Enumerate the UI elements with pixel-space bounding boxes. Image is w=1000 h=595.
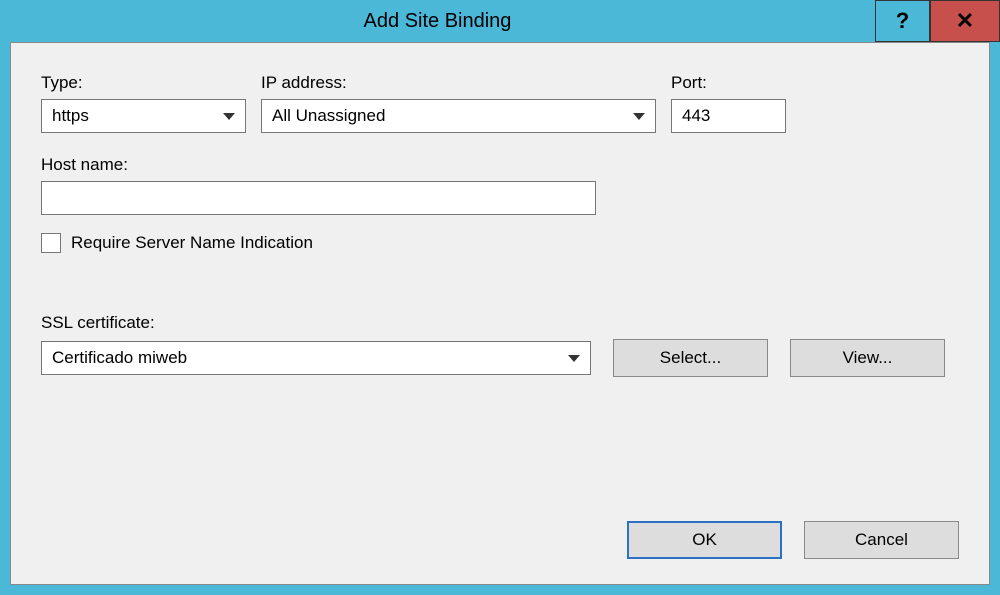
ssl-section: SSL certificate: Certificado miweb Selec… bbox=[41, 313, 959, 377]
sni-checkbox[interactable] bbox=[41, 233, 61, 253]
sni-label: Require Server Name Indication bbox=[71, 233, 313, 253]
hostname-input[interactable] bbox=[41, 181, 596, 215]
ssl-row: Certificado miweb Select... View... bbox=[41, 339, 959, 377]
dialog-title: Add Site Binding bbox=[0, 0, 875, 42]
type-field: Type: https bbox=[41, 73, 246, 133]
ip-value: All Unassigned bbox=[272, 106, 627, 126]
ssl-dropdown[interactable]: Certificado miweb bbox=[41, 341, 591, 375]
ssl-value: Certificado miweb bbox=[52, 348, 562, 368]
ssl-label: SSL certificate: bbox=[41, 313, 959, 333]
help-button[interactable]: ? bbox=[875, 0, 930, 42]
help-icon: ? bbox=[896, 8, 909, 34]
chevron-down-icon bbox=[223, 113, 235, 120]
cancel-button[interactable]: Cancel bbox=[804, 521, 959, 559]
sni-row: Require Server Name Indication bbox=[41, 233, 959, 253]
ip-field: IP address: All Unassigned bbox=[261, 73, 656, 133]
binding-fields-row: Type: https IP address: All Unassigned P… bbox=[41, 73, 959, 133]
ok-button[interactable]: OK bbox=[627, 521, 782, 559]
dialog-body: Type: https IP address: All Unassigned P… bbox=[10, 42, 990, 585]
footer-buttons: OK Cancel bbox=[41, 521, 959, 559]
close-icon: ✕ bbox=[956, 8, 974, 34]
hostname-field: Host name: bbox=[41, 155, 596, 215]
close-button[interactable]: ✕ bbox=[930, 0, 1000, 42]
type-dropdown[interactable]: https bbox=[41, 99, 246, 133]
port-input[interactable] bbox=[671, 99, 786, 133]
type-label: Type: bbox=[41, 73, 246, 93]
hostname-label: Host name: bbox=[41, 155, 596, 175]
select-button[interactable]: Select... bbox=[613, 339, 768, 377]
titlebar-buttons: ? ✕ bbox=[875, 0, 1000, 42]
chevron-down-icon bbox=[568, 355, 580, 362]
port-field: Port: bbox=[671, 73, 786, 133]
ip-dropdown[interactable]: All Unassigned bbox=[261, 99, 656, 133]
port-label: Port: bbox=[671, 73, 786, 93]
titlebar: Add Site Binding ? ✕ bbox=[0, 0, 1000, 42]
chevron-down-icon bbox=[633, 113, 645, 120]
ip-label: IP address: bbox=[261, 73, 656, 93]
view-button[interactable]: View... bbox=[790, 339, 945, 377]
type-value: https bbox=[52, 106, 217, 126]
